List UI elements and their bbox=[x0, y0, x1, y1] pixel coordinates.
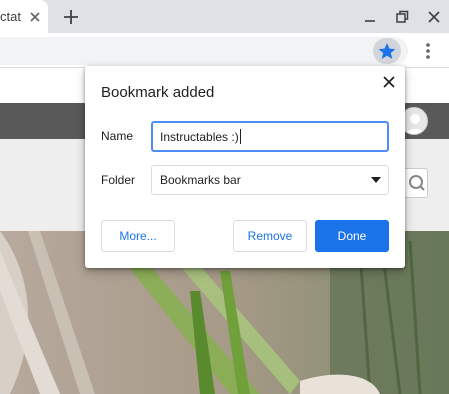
browser-toolbar bbox=[0, 33, 449, 68]
name-label: Name bbox=[101, 129, 134, 143]
bookmark-added-dialog: Bookmark added Name Instructables :) Fol… bbox=[85, 66, 405, 268]
tab-close-icon[interactable] bbox=[26, 8, 44, 26]
more-vert-icon[interactable] bbox=[418, 39, 438, 63]
address-bar[interactable] bbox=[0, 37, 408, 65]
folder-selected-value: Bookmarks bar bbox=[160, 173, 241, 187]
folder-label: Folder bbox=[101, 173, 136, 187]
new-tab-plus-icon[interactable] bbox=[60, 6, 82, 28]
more-button[interactable]: More... bbox=[101, 220, 175, 252]
done-button[interactable]: Done bbox=[315, 220, 389, 252]
bookmark-star-button[interactable] bbox=[373, 38, 401, 64]
chevron-down-icon bbox=[371, 177, 381, 183]
text-caret bbox=[240, 129, 241, 144]
browser-tab[interactable]: ctat bbox=[0, 0, 48, 33]
star-icon bbox=[378, 43, 396, 59]
minimize-icon[interactable] bbox=[360, 7, 380, 27]
dialog-title: Bookmark added bbox=[101, 84, 215, 101]
tab-title: ctat bbox=[0, 9, 21, 24]
tab-strip: ctat bbox=[0, 0, 449, 33]
bookmark-name-input[interactable]: Instructables :) bbox=[151, 121, 389, 152]
close-window-icon[interactable] bbox=[424, 7, 444, 27]
close-icon[interactable] bbox=[380, 73, 398, 91]
remove-button[interactable]: Remove bbox=[233, 220, 307, 252]
restore-icon[interactable] bbox=[392, 7, 412, 27]
bookmark-name-value: Instructables :) bbox=[160, 130, 239, 144]
folder-select[interactable]: Bookmarks bar bbox=[151, 165, 389, 195]
